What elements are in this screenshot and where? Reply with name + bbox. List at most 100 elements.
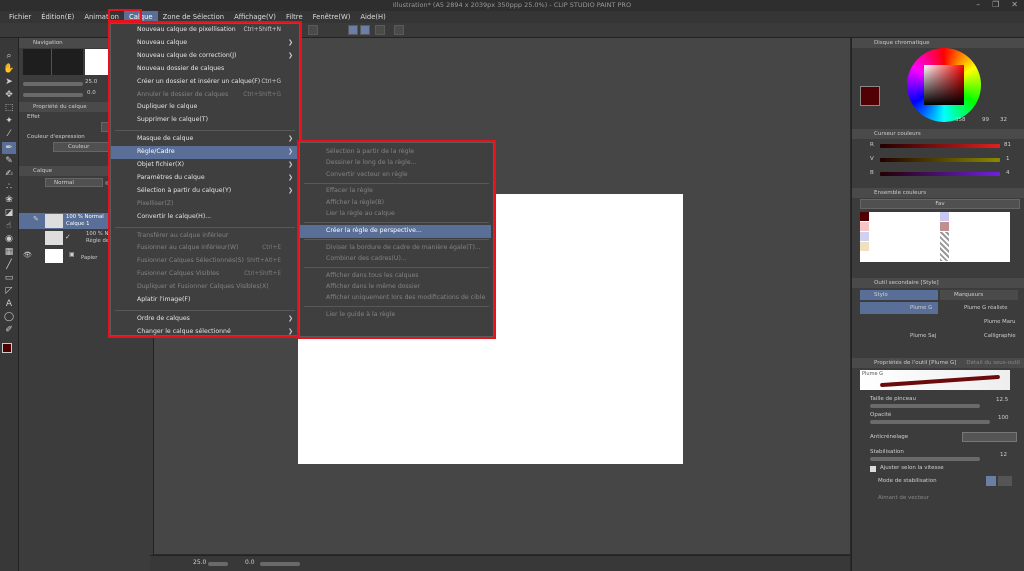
color-set-select[interactable]: Fav	[860, 199, 1020, 209]
color-set-grid[interactable]	[860, 212, 1010, 262]
subtool-tab-marqueurs[interactable]: Marqueurs	[940, 290, 1018, 300]
status-zoom[interactable]: 25.0	[193, 559, 206, 566]
stabilization-value: 12	[1000, 452, 1007, 458]
opacity-label: Opacité	[870, 412, 892, 418]
color-wheel[interactable]	[907, 48, 981, 122]
snap-special-button[interactable]	[375, 25, 385, 35]
close-icon[interactable]: ✕	[1011, 0, 1018, 11]
speed-checkbox[interactable]	[870, 466, 876, 472]
rgb-b-label: B	[870, 170, 874, 176]
layer-name: Papier	[81, 255, 98, 261]
blend-icon[interactable]: ☝	[2, 220, 16, 232]
layer-row[interactable]: ✎ 100 % Normal Calque 1	[19, 213, 119, 229]
window-controls: – ❐ ✕	[976, 0, 1018, 11]
brush-item[interactable]: Plume G réaliste	[940, 302, 1018, 314]
ruler-icon[interactable]: ◸	[2, 285, 16, 297]
main-color-swatch[interactable]	[860, 86, 880, 106]
snap-ruler-button[interactable]	[348, 25, 358, 35]
tool-props-header: Propriétés de l'outil [Plume G] Détail du…	[852, 358, 1024, 368]
eye-icon[interactable]: 👁	[23, 251, 32, 259]
command-button[interactable]	[394, 25, 404, 35]
brush-icon[interactable]: ✍	[2, 168, 16, 180]
operation-tool-icon[interactable]: ➤	[2, 76, 16, 88]
menu-aide[interactable]: Aide(H)	[355, 11, 390, 23]
move-tool-icon[interactable]: ✥	[2, 89, 16, 101]
menu-fenetre[interactable]: Fenêtre(W)	[308, 11, 356, 23]
layer-name: Calque 1	[66, 221, 90, 227]
expression-color-label: Couleur d'expression	[27, 134, 85, 140]
pen-tool-icon[interactable]: ✒	[2, 142, 16, 154]
rotate-value: 0.0	[87, 90, 96, 96]
menu-fichier[interactable]: Fichier	[4, 11, 36, 23]
rgb-v-value: 1	[1006, 156, 1010, 162]
brush-item[interactable]: Calligraphie	[940, 330, 1018, 342]
decoration-icon[interactable]: ❀	[2, 194, 16, 206]
command-button[interactable]	[308, 25, 318, 35]
layer-name: Règle de	[86, 238, 110, 244]
rgb-r-slider[interactable]	[880, 144, 1000, 148]
brush-item[interactable]: Plume G	[860, 302, 938, 314]
stab-mode-button[interactable]	[986, 476, 996, 486]
menu-edition[interactable]: Édition(E)	[36, 11, 79, 23]
layer-opacity-mode: 100 % N	[86, 231, 109, 237]
opacity-slider[interactable]	[870, 420, 990, 424]
layer-thumbnail	[45, 231, 63, 245]
blend-mode-select[interactable]: Normal	[45, 178, 103, 187]
speed-label: Ajuster selon la vitesse	[880, 465, 944, 471]
brush-size-slider[interactable]	[870, 404, 980, 408]
eyedropper-icon[interactable]: ⁄	[2, 128, 16, 140]
highlight-box-submenu	[297, 140, 496, 339]
brush-item[interactable]: Plume Maru	[940, 316, 1018, 328]
airbrush-icon[interactable]: ∴	[2, 181, 16, 193]
highlight-box-calque-menu	[108, 21, 302, 338]
zoom-tool-icon[interactable]: ⌕	[2, 50, 16, 62]
pencil-icon[interactable]: ✎	[2, 155, 16, 167]
rotate-slider[interactable]	[23, 93, 83, 97]
right-panel: Disque chromatique 358 99 32 Curseur cou…	[851, 38, 1024, 571]
zoom-slider[interactable]	[23, 82, 83, 86]
gradient-icon[interactable]: ▦	[2, 246, 16, 258]
maximize-icon[interactable]: ❐	[992, 0, 999, 11]
brush-size-label: Taille de pinceau	[870, 396, 916, 402]
stabilization-slider[interactable]	[870, 457, 980, 461]
text-tool-icon[interactable]: A	[2, 298, 16, 310]
rgb-b-value: 4	[1006, 170, 1010, 176]
tool-props-tab2[interactable]: Détail du sous-outil	[966, 360, 1019, 366]
selection-tool-icon[interactable]: ⬚	[2, 102, 16, 114]
figure-icon[interactable]: ╱	[2, 259, 16, 271]
layer-row[interactable]: ✓ 100 % N Règle de	[19, 230, 119, 246]
eraser-icon[interactable]: ◪	[2, 207, 16, 219]
frame-icon[interactable]: ▭	[2, 272, 16, 284]
auto-select-icon[interactable]: ✦	[2, 115, 16, 127]
stab-mode-button[interactable]	[998, 476, 1012, 486]
balloon-icon[interactable]: ◯	[2, 311, 16, 323]
paper-icon: ▣	[69, 251, 75, 258]
brush-preview: Plume G	[860, 370, 1010, 390]
ruler-link-icon: ✓	[65, 233, 71, 241]
correct-line-icon[interactable]: ✐	[2, 324, 16, 336]
status-zoom-slider[interactable]	[208, 562, 228, 566]
snap-grid-button[interactable]	[360, 25, 370, 35]
layer-row[interactable]: 👁 ▣ Papier	[19, 248, 119, 264]
navigator-preview[interactable]	[23, 49, 83, 75]
subtool-tab-stylo[interactable]: Stylo	[860, 290, 938, 300]
saturation-square[interactable]	[924, 65, 964, 105]
main-color-swatch[interactable]	[2, 343, 12, 353]
rgb-v-slider[interactable]	[880, 158, 1000, 162]
antialias-selector[interactable]	[962, 432, 1017, 442]
expression-color-select[interactable]: Couleur	[53, 142, 115, 152]
hand-tool-icon[interactable]: ✋	[2, 63, 16, 75]
subtool-header: Outil secondaire [Style]	[852, 278, 1024, 288]
status-rotation[interactable]: 0.0	[245, 559, 255, 566]
hsv-s: 99	[982, 117, 989, 123]
rgb-b-slider[interactable]	[880, 172, 1000, 176]
opacity-value: 100	[998, 415, 1009, 421]
status-rotation-slider[interactable]	[260, 562, 300, 566]
fill-icon[interactable]: ◉	[2, 233, 16, 245]
minimize-icon[interactable]: –	[976, 0, 980, 11]
hsv-v: 32	[1000, 117, 1007, 123]
layer-thumbnail	[45, 214, 63, 228]
color-set-header: Ensemble couleurs	[852, 188, 1024, 198]
brush-item[interactable]: Plume Saj	[860, 330, 938, 342]
rgb-v-label: V	[870, 156, 874, 162]
